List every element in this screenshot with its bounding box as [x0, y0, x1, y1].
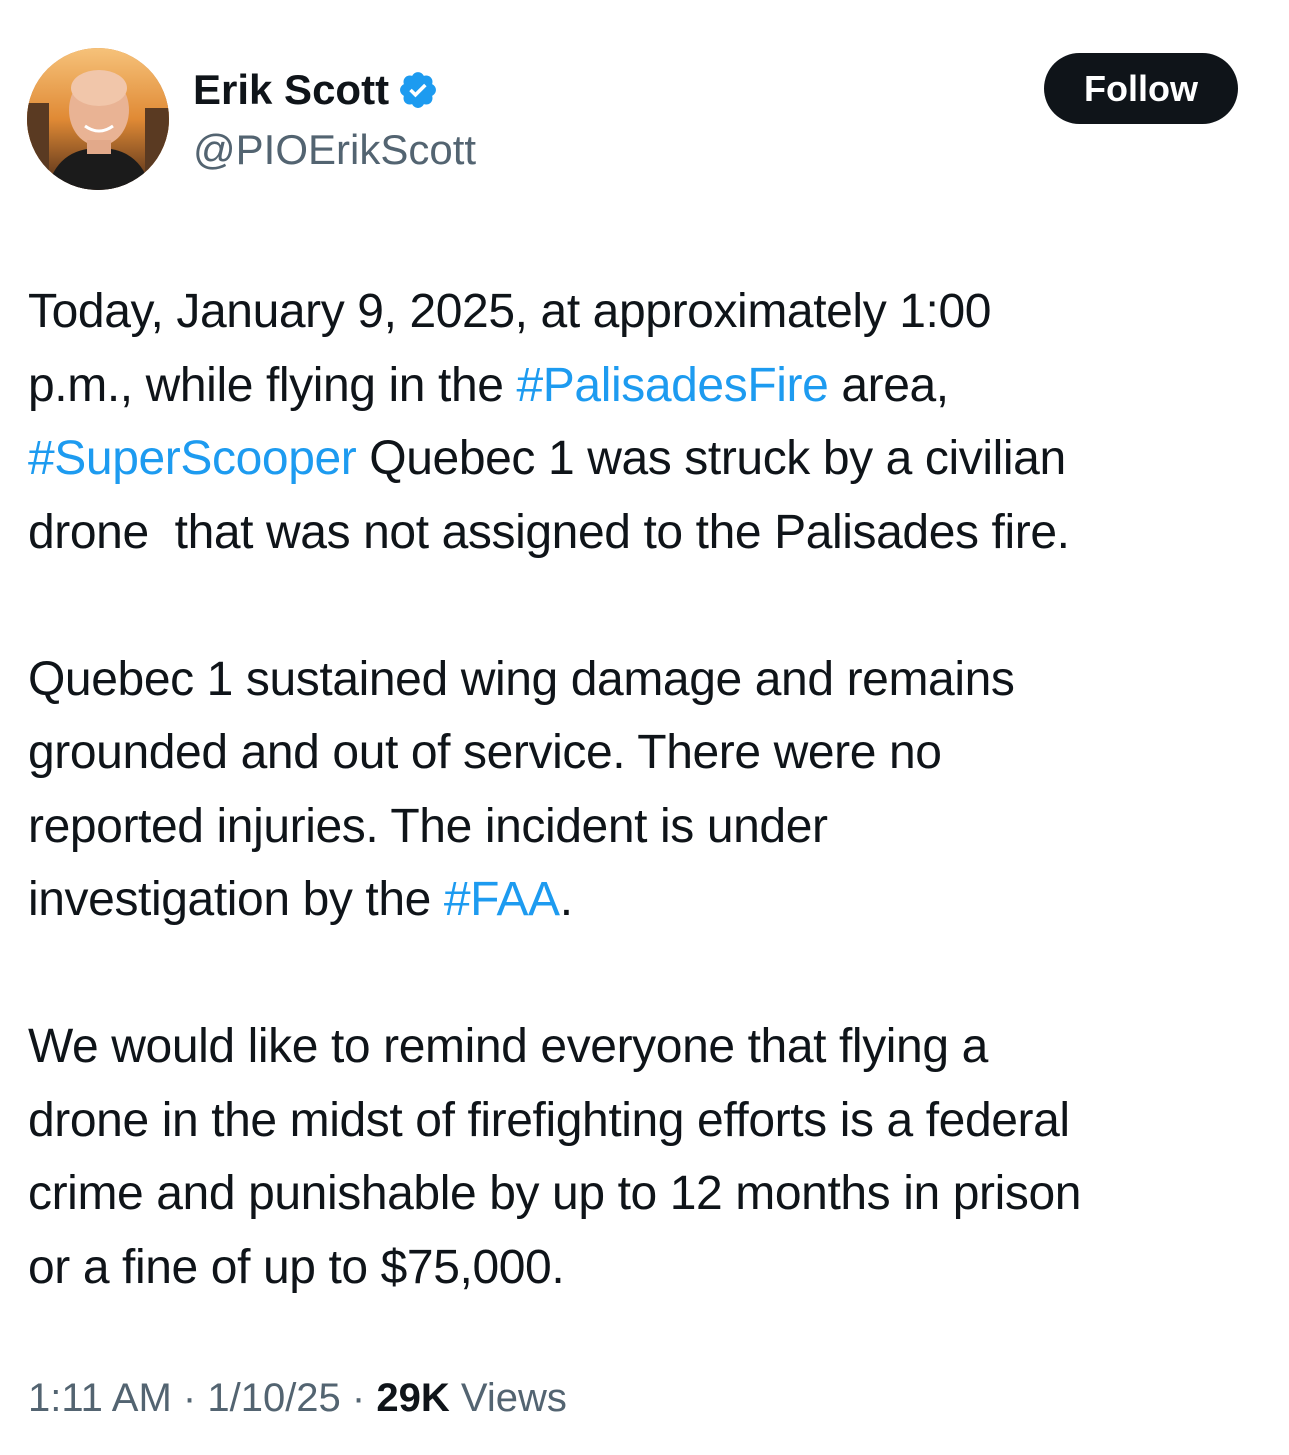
separator: ·	[340, 1376, 377, 1420]
tweet-line: grounded and out of service. There were …	[28, 726, 942, 779]
tweet-line: drone that was not assigned to the Palis…	[28, 505, 1070, 559]
follow-button[interactable]: Follow	[1044, 53, 1238, 124]
author-handle[interactable]: @PIOErikScott	[193, 124, 476, 176]
views-label: Views	[449, 1376, 567, 1420]
tweet-line: Today, January 9, 2025, at approximately…	[28, 285, 992, 338]
tweet-line: p.m., while flying in the #PalisadesFire…	[28, 358, 949, 412]
tweet-paragraph: We would like to remind everyone that fl…	[28, 1010, 1268, 1304]
hashtag-link-faa[interactable]: #FAA	[444, 873, 560, 926]
tweet-line: drone in the midst of firefighting effor…	[28, 1093, 1070, 1147]
author-name-row[interactable]: Erik Scott	[193, 64, 439, 116]
tweet-line: Quebec 1 sustained wing damage and remai…	[28, 652, 1015, 706]
tweet-paragraph: Quebec 1 sustained wing damage and remai…	[28, 643, 1268, 937]
views-count[interactable]: 29K	[376, 1376, 449, 1420]
hashtag-link-superscooper[interactable]: #SuperScooper	[28, 432, 357, 485]
tweet-line: investigation by the #FAA.	[28, 873, 573, 926]
hashtag-link-palisadesfire[interactable]: #PalisadesFire	[517, 359, 829, 412]
profile-photo	[27, 48, 169, 190]
tweet-line: reported injuries. The incident is under	[28, 799, 828, 853]
tweet-line: crime and punishable by up to 12 months …	[28, 1167, 1082, 1220]
tweet-paragraph: Today, January 9, 2025, at approximately…	[28, 275, 1268, 569]
tweet-date[interactable]: 1/10/25	[207, 1376, 340, 1420]
separator: ·	[171, 1376, 208, 1420]
tweet-line: We would like to remind everyone that fl…	[28, 1020, 988, 1073]
tweet-text: Today, January 9, 2025, at approximately…	[28, 275, 1268, 1378]
author-display-name[interactable]: Erik Scott	[193, 64, 389, 116]
tweet-time[interactable]: 1:11 AM	[28, 1376, 172, 1420]
avatar[interactable]	[27, 48, 169, 190]
tweet-metadata: 1:11 AM · 1/10/25 · 29K Views	[28, 1372, 567, 1424]
verified-badge-icon[interactable]	[397, 69, 439, 111]
tweet-line: #SuperScooper Quebec 1 was struck by a c…	[28, 432, 1066, 485]
tweet-line: or a fine of up to $75,000.	[28, 1240, 565, 1294]
